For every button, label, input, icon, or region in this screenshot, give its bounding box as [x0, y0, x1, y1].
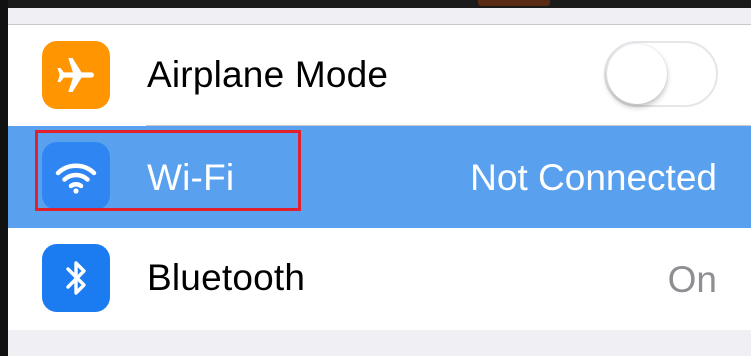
airplane-mode-row[interactable]: Airplane Mode [8, 25, 751, 126]
settings-screen: Airplane Mode Wi-Fi Not Connected Blueto… [8, 0, 751, 356]
bluetooth-label: Bluetooth [147, 257, 306, 298]
wifi-row[interactable]: Wi-Fi Not Connected [8, 126, 751, 228]
settings-group: Airplane Mode Wi-Fi Not Connected Blueto… [8, 24, 751, 331]
bluetooth-status-value: On [667, 259, 717, 300]
wifi-status-value: Not Connected [470, 157, 717, 198]
wifi-label: Wi-Fi [147, 157, 235, 198]
bluetooth-row[interactable]: Bluetooth On [8, 228, 751, 329]
top-edge [8, 0, 751, 8]
bluetooth-icon [42, 244, 110, 312]
airplane-mode-label: Airplane Mode [147, 54, 389, 95]
toggle-knob[interactable] [607, 44, 667, 104]
airplane-mode-toggle[interactable] [604, 41, 718, 107]
background-hint [478, 0, 550, 6]
airplane-icon [42, 41, 110, 109]
group-footer-space [8, 330, 751, 356]
wifi-icon [42, 142, 110, 210]
